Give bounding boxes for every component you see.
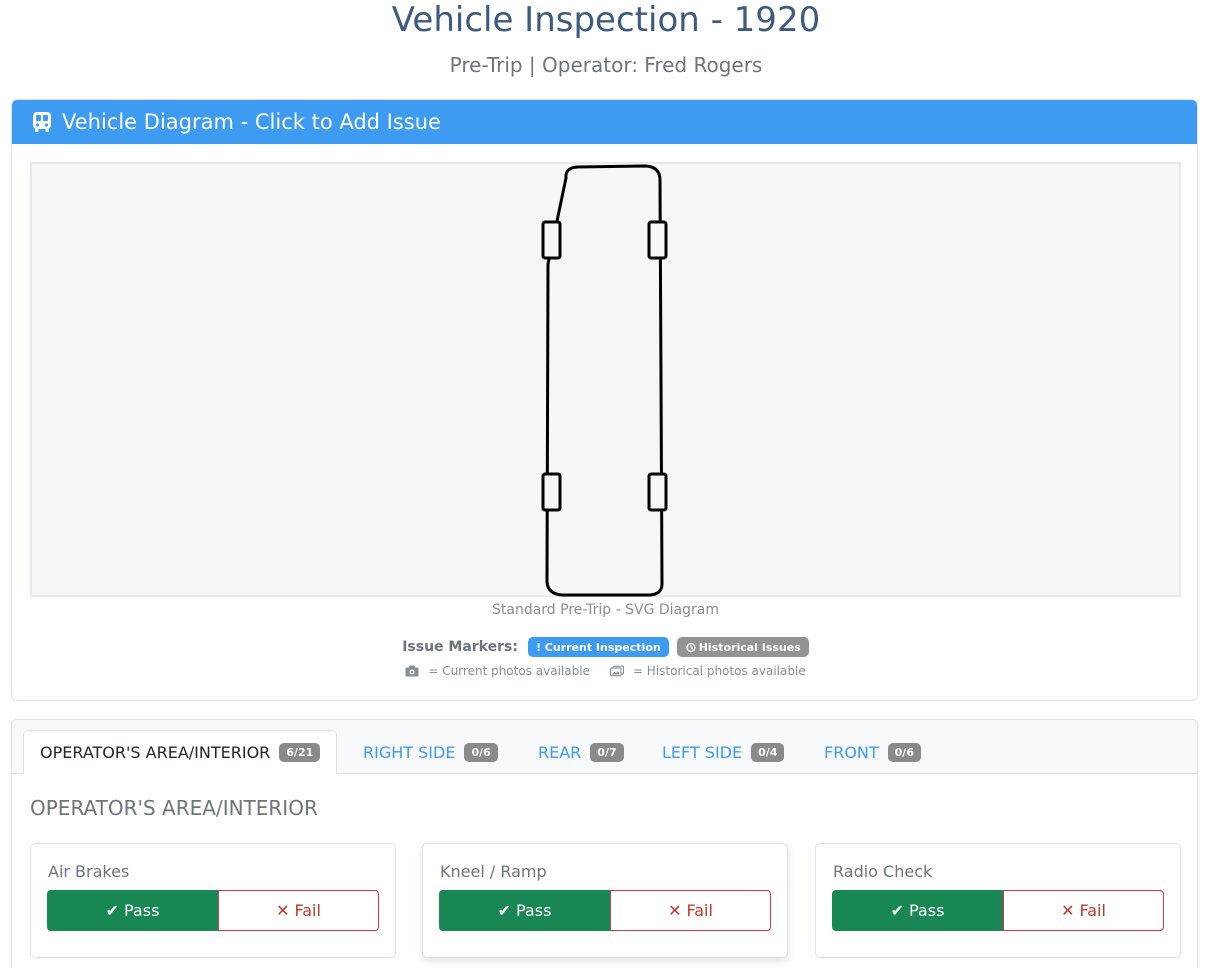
x-icon: ✕ [1061,901,1075,920]
check-item-title: Kneel / Ramp [440,862,547,881]
bus-outline-svg [541,164,668,597]
diagram-header-title: Vehicle Diagram - Click to Add Issue [62,110,441,134]
images-icon [609,665,624,677]
x-icon: ✕ [668,901,682,920]
fail-button[interactable]: ✕ Fail [610,890,771,931]
rear-left-wheel [541,472,562,512]
photo-legend: = Current photos available = Historical … [12,664,1197,678]
current-photos-label: = Current photos available [428,664,590,678]
tab-label: FRONT [824,742,879,762]
diagram-header: Vehicle Diagram - Click to Add Issue [12,100,1197,144]
check-icon: ✔ [105,901,119,920]
pass-label: Pass [516,901,552,920]
pass-label: Pass [909,901,945,920]
historical-issues-label: Historical Issues [698,640,801,654]
page-title: Vehicle Inspection - 1920 [391,0,821,40]
tab-count-badge: 0/6 [464,742,498,762]
historical-photos-label: = Historical photos available [632,664,806,678]
inspection-checklist-card: OPERATOR'S AREA/INTERIOR 6/21 RIGHT SIDE… [11,719,1198,968]
section-tabs: OPERATOR'S AREA/INTERIOR 6/21 RIGHT SIDE… [12,720,1197,775]
tab-count-badge: 0/7 [590,742,624,762]
tab-label: OPERATOR'S AREA/INTERIOR [40,743,271,762]
check-item-air-brakes: Air Brakes ✔ Pass ✕ Fail [30,843,396,958]
fail-label: Fail [1079,901,1106,920]
check-item-title: Radio Check [833,862,933,881]
fail-label: Fail [686,901,713,920]
check-item-kneel-ramp: Kneel / Ramp ✔ Pass ✕ Fail [422,843,788,958]
section-title: OPERATOR'S AREA/INTERIOR [30,796,318,820]
tab-label: LEFT SIDE [662,742,743,762]
fail-button[interactable]: ✕ Fail [1003,890,1164,931]
tab-rear[interactable]: REAR 0/7 [522,730,640,774]
pass-button[interactable]: ✔ Pass [439,890,610,931]
bus-icon [30,110,54,134]
check-item-title: Air Brakes [48,862,130,881]
history-icon [685,642,696,653]
check-icon: ✔ [890,901,904,920]
pass-button[interactable]: ✔ Pass [832,890,1003,931]
vehicle-diagram-canvas[interactable] [30,162,1181,597]
vehicle-diagram-card: Vehicle Diagram - Click to Add Issue Sta… [11,99,1198,701]
current-inspection-badge: ! Current Inspection [527,637,669,657]
tab-label: REAR [538,742,582,762]
page-subtitle: Pre-Trip | Operator: Fred Rogers [449,53,763,77]
front-left-wheel [541,220,562,260]
tab-count-badge: 0/6 [887,742,921,762]
issue-markers-legend: Issue Markers: ! Current Inspection Hist… [12,637,1197,657]
historical-issues-badge: Historical Issues [676,637,809,657]
diagram-caption: Standard Pre-Trip - SVG Diagram [491,602,719,618]
bus-body-outline [545,164,664,597]
check-item-radio-check: Radio Check ✔ Pass ✕ Fail [815,843,1181,958]
tab-count-badge: 0/4 [751,742,785,762]
pass-fail-group: ✔ Pass ✕ Fail [439,890,771,931]
pass-fail-group: ✔ Pass ✕ Fail [47,890,379,931]
fail-label: Fail [294,901,321,920]
pass-fail-group: ✔ Pass ✕ Fail [832,890,1164,931]
tab-count-badge: 6/21 [279,743,321,762]
tab-label: RIGHT SIDE [363,742,456,762]
camera-icon [405,665,419,677]
tab-front[interactable]: FRONT 0/6 [808,730,937,774]
tab-left-side[interactable]: LEFT SIDE 0/4 [646,730,800,774]
pass-label: Pass [124,901,160,920]
fail-button[interactable]: ✕ Fail [218,890,379,931]
tab-operators-area[interactable]: OPERATOR'S AREA/INTERIOR 6/21 [23,730,338,775]
tab-right-side[interactable]: RIGHT SIDE 0/6 [347,730,514,774]
check-icon: ✔ [497,901,511,920]
markers-label: Issue Markers: [402,639,518,655]
front-right-wheel [647,220,668,260]
x-icon: ✕ [276,901,290,920]
pass-button[interactable]: ✔ Pass [47,890,218,931]
rear-right-wheel [647,472,668,512]
